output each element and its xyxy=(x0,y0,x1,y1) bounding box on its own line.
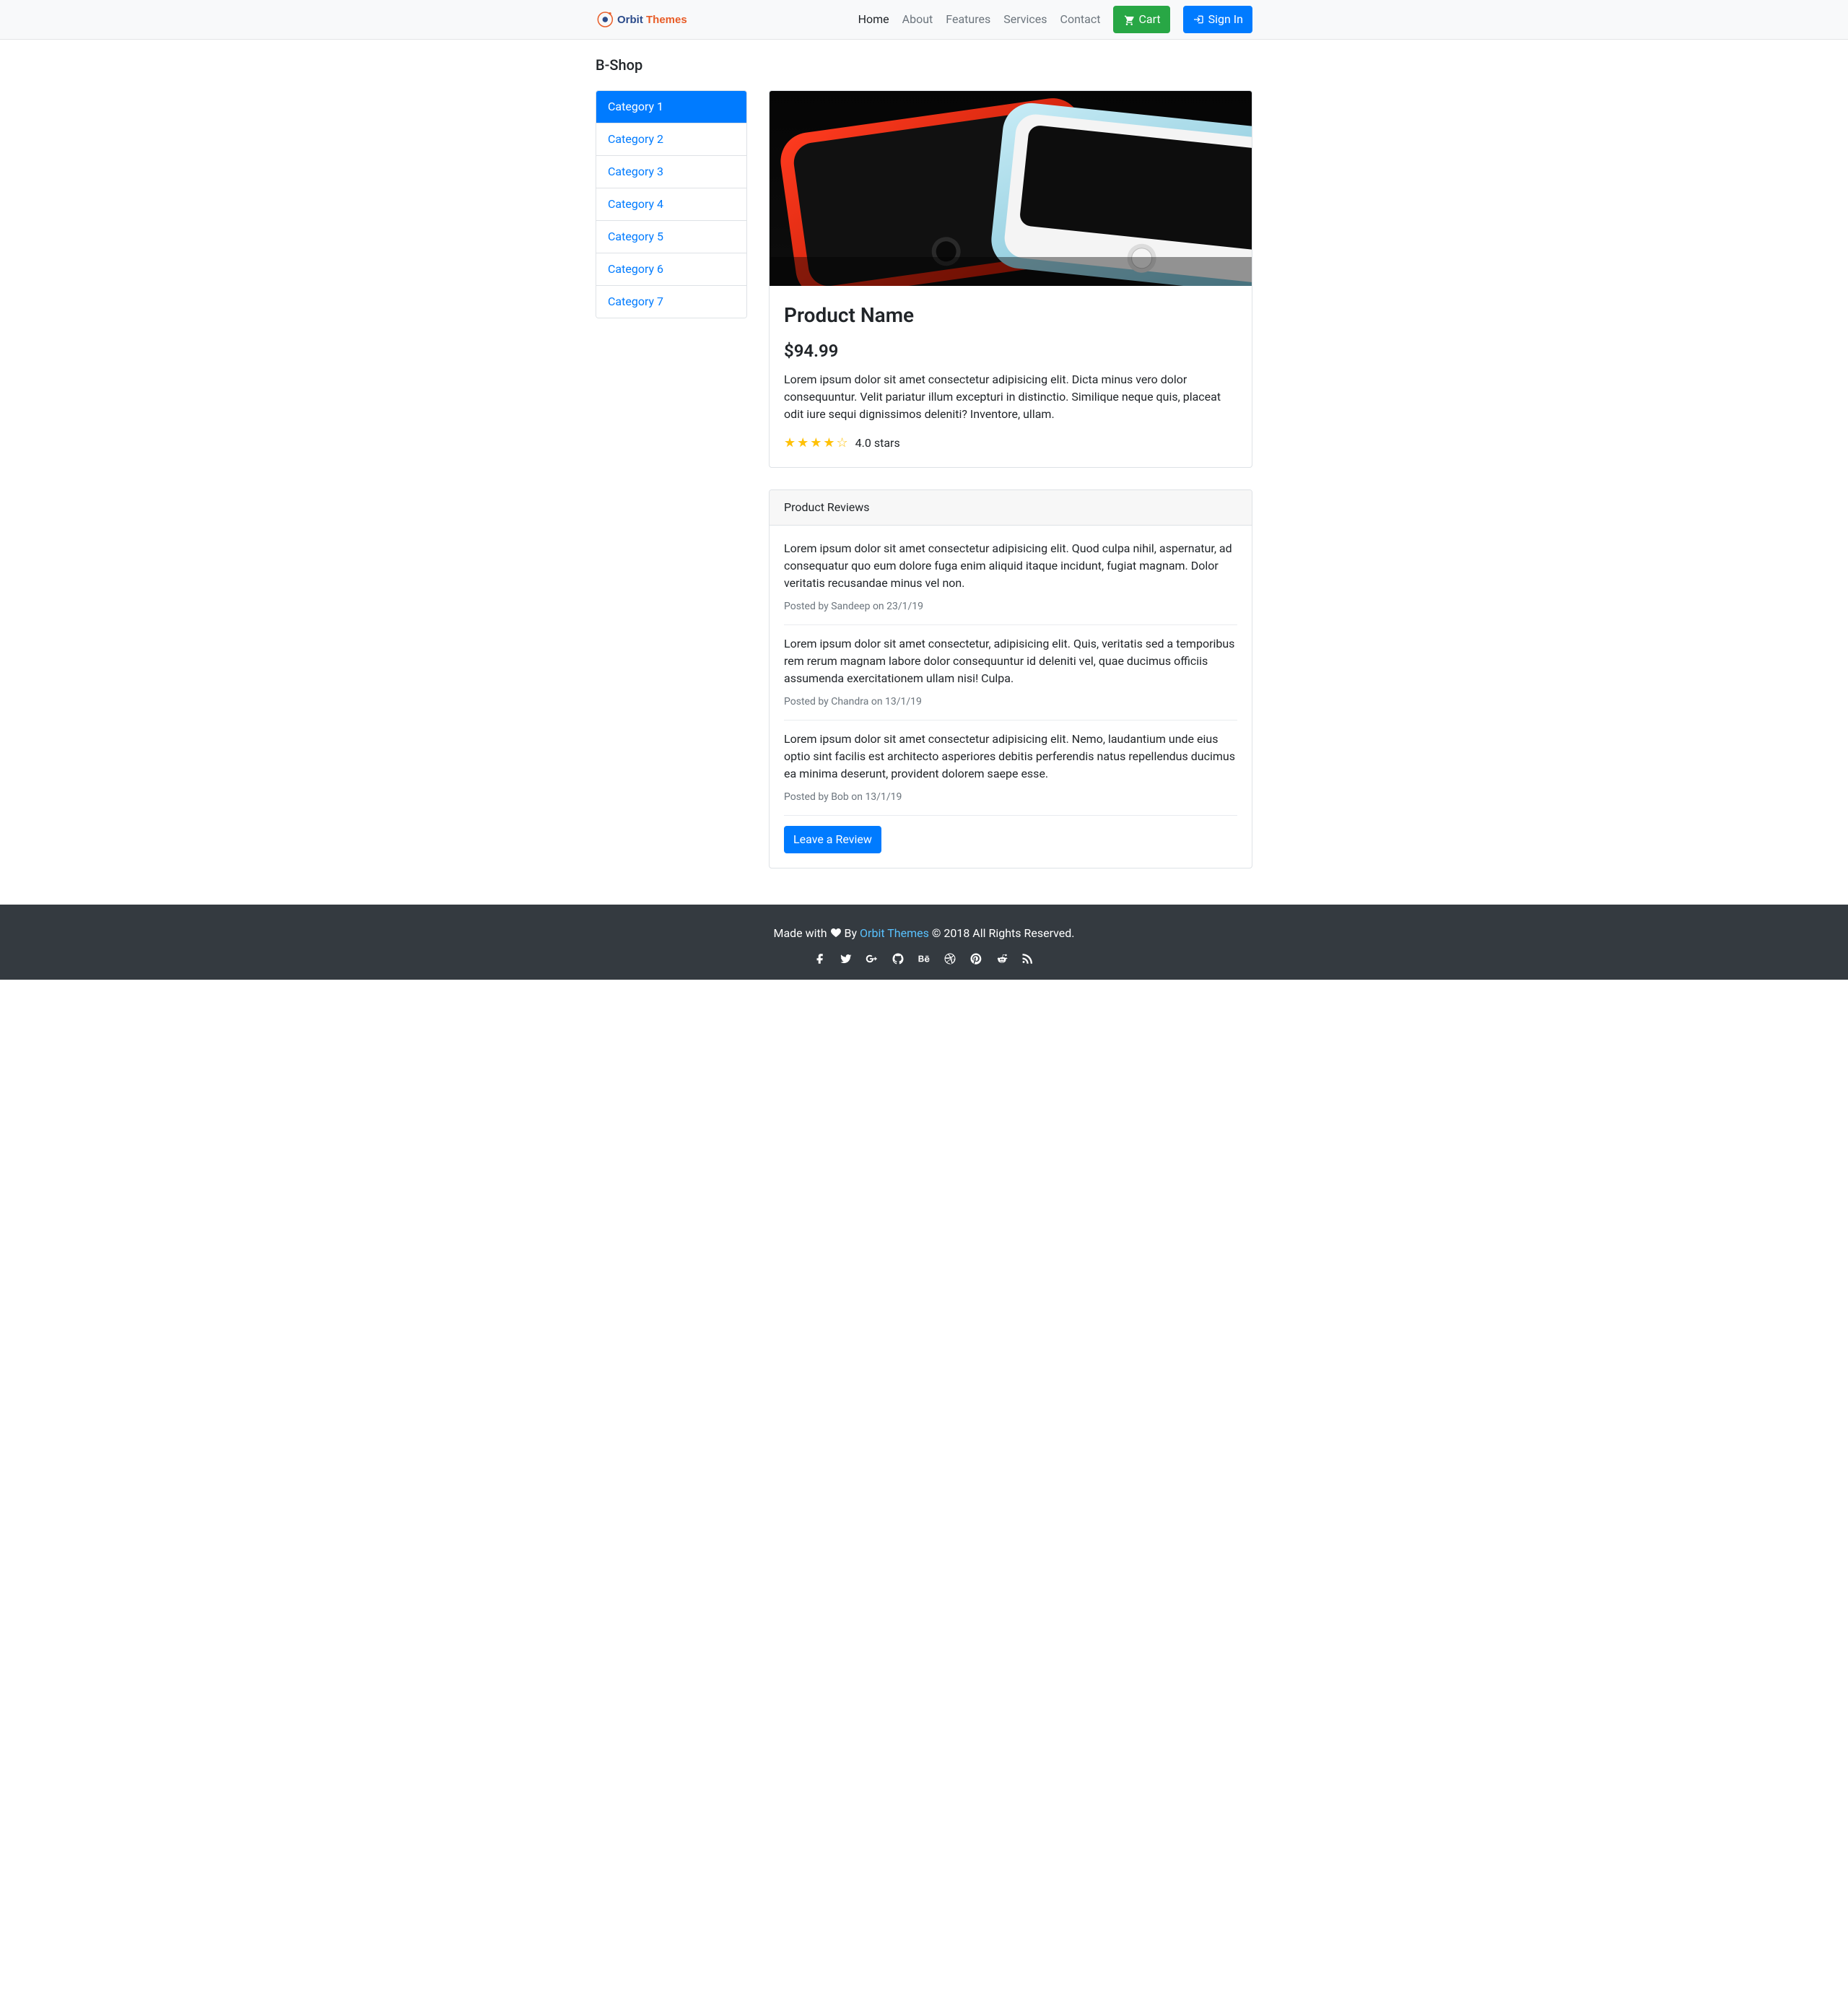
product-card: Product Name $94.99 Lorem ipsum dolor si… xyxy=(769,90,1252,468)
product-image xyxy=(770,91,1252,286)
review-item: Lorem ipsum dolor sit amet consectetur a… xyxy=(784,540,1237,625)
nav-link-services[interactable]: Services xyxy=(1003,12,1047,26)
product-name: Product Name xyxy=(784,300,1237,331)
nav-link-about[interactable]: About xyxy=(902,12,933,26)
footer-text: Made with By Orbit Themes © 2018 All Rig… xyxy=(596,925,1252,942)
star-icons: ★★★★☆ xyxy=(784,435,850,450)
nav-link-features[interactable]: Features xyxy=(946,12,990,26)
product-price: $94.99 xyxy=(784,338,1237,364)
page-title: B-Shop xyxy=(596,54,1252,76)
nav-link-home[interactable]: Home xyxy=(858,12,889,26)
footer-made-prefix: Made with xyxy=(773,926,829,940)
sidebar: Category 1Category 2Category 3Category 4… xyxy=(596,90,747,318)
nav-link-contact[interactable]: Contact xyxy=(1060,12,1101,26)
reviews-card: Product Reviews Lorem ipsum dolor sit am… xyxy=(769,489,1252,868)
reddit-icon[interactable] xyxy=(995,952,1008,965)
footer-brand-link[interactable]: Orbit Themes xyxy=(860,926,929,940)
reviews-heading: Product Reviews xyxy=(770,490,1252,526)
footer-by-text: By xyxy=(845,926,860,940)
signin-button[interactable]: Sign In xyxy=(1183,6,1252,33)
twitter-icon[interactable] xyxy=(840,952,853,965)
sidebar-item-category-5[interactable]: Category 5 xyxy=(596,221,746,253)
review-meta: Posted by Sandeep on 23/1/19 xyxy=(784,599,1237,614)
cart-button[interactable]: Cart xyxy=(1113,6,1169,33)
sidebar-item-category-7[interactable]: Category 7 xyxy=(596,286,746,318)
footer: Made with By Orbit Themes © 2018 All Rig… xyxy=(0,905,1848,980)
pinterest-icon[interactable] xyxy=(969,952,982,965)
review-item: Lorem ipsum dolor sit amet consectetur a… xyxy=(784,731,1237,816)
heart-icon xyxy=(830,927,842,939)
product-description: Lorem ipsum dolor sit amet consectetur a… xyxy=(784,371,1237,423)
svg-text:Orbit Themes: Orbit Themes xyxy=(617,14,687,26)
reviews-list: Lorem ipsum dolor sit amet consectetur a… xyxy=(784,540,1237,816)
signin-label: Sign In xyxy=(1208,11,1243,28)
brand-logo[interactable]: Orbit Themes xyxy=(596,9,718,30)
cart-icon xyxy=(1123,14,1134,25)
cart-label: Cart xyxy=(1138,11,1160,28)
rating-text: 4.0 stars xyxy=(855,436,900,450)
github-icon[interactable] xyxy=(892,952,905,965)
rss-icon[interactable] xyxy=(1021,952,1034,965)
product-rating: ★★★★☆ 4.0 stars xyxy=(784,433,1237,453)
category-list: Category 1Category 2Category 3Category 4… xyxy=(596,90,747,318)
sidebar-item-category-3[interactable]: Category 3 xyxy=(596,156,746,188)
sidebar-item-category-2[interactable]: Category 2 xyxy=(596,123,746,156)
leave-review-button[interactable]: Leave a Review xyxy=(784,826,881,853)
review-text: Lorem ipsum dolor sit amet consectetur a… xyxy=(784,731,1237,783)
facebook-icon[interactable] xyxy=(814,952,827,965)
review-item: Lorem ipsum dolor sit amet consectetur, … xyxy=(784,635,1237,720)
signin-icon xyxy=(1193,14,1204,25)
review-meta: Posted by Chandra on 13/1/19 xyxy=(784,695,1237,710)
main-content: Product Name $94.99 Lorem ipsum dolor si… xyxy=(769,90,1252,890)
sidebar-item-category-4[interactable]: Category 4 xyxy=(596,188,746,221)
sidebar-item-category-6[interactable]: Category 6 xyxy=(596,253,746,286)
footer-copyright: © 2018 All Rights Reserved. xyxy=(932,926,1075,940)
dribbble-icon[interactable] xyxy=(943,952,956,965)
leave-review-label: Leave a Review xyxy=(793,831,872,848)
behance-icon[interactable] xyxy=(918,952,930,965)
review-meta: Posted by Bob on 13/1/19 xyxy=(784,790,1237,805)
review-text: Lorem ipsum dolor sit amet consectetur, … xyxy=(784,635,1237,687)
sidebar-item-category-1[interactable]: Category 1 xyxy=(596,91,746,123)
navbar: Orbit Themes Home About Features Services Co… xyxy=(0,0,1848,40)
orbit-themes-logo-icon: Orbit Themes xyxy=(596,9,718,30)
review-text: Lorem ipsum dolor sit amet consectetur a… xyxy=(784,540,1237,592)
social-links xyxy=(596,952,1252,965)
nav-links: Home About Features Services Contact xyxy=(858,11,1101,28)
google-plus-icon[interactable] xyxy=(866,952,879,965)
